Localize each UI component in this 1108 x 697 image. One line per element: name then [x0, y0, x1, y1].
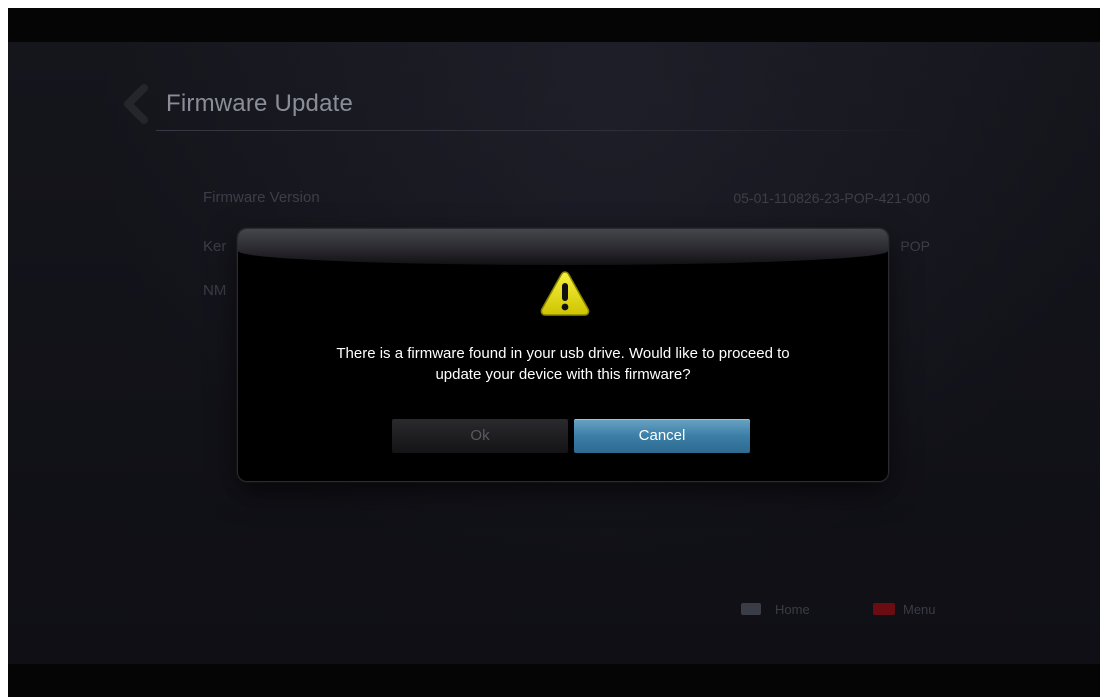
menu-hint[interactable]: Menu: [873, 600, 936, 618]
dialog-message: There is a firmware found in your usb dr…: [258, 343, 868, 385]
dialog-header-gloss: [238, 229, 888, 265]
home-key-icon: [741, 603, 761, 615]
ok-button[interactable]: Ok: [392, 419, 568, 453]
settings-page: Firmware Update Firmware Version 05-01-1…: [8, 42, 1100, 664]
cancel-button[interactable]: Cancel: [574, 419, 750, 453]
title-divider: [156, 130, 946, 131]
dialog-message-line-2: update your device with this firmware?: [435, 366, 691, 383]
home-hint-label: Home: [775, 601, 810, 617]
warning-icon: [540, 271, 590, 316]
firmware-confirm-dialog: There is a firmware found in your usb dr…: [237, 228, 889, 482]
menu-key-icon: [873, 603, 895, 615]
info-label-nm: NM: [203, 282, 227, 299]
info-value-kernel: POP: [900, 238, 930, 254]
dialog-message-line-1: There is a firmware found in your usb dr…: [336, 345, 790, 362]
home-hint[interactable]: Home: [741, 600, 810, 618]
tv-screen: Firmware Update Firmware Version 05-01-1…: [8, 8, 1100, 697]
info-value-firmware-version: 05-01-110826-23-POP-421-000: [733, 190, 930, 206]
page-title: Firmware Update: [166, 90, 354, 117]
back-chevron-icon[interactable]: [116, 82, 156, 126]
info-label-kernel: Ker: [203, 238, 227, 255]
info-label-firmware-version: Firmware Version: [203, 189, 320, 206]
menu-hint-label: Menu: [903, 601, 936, 617]
